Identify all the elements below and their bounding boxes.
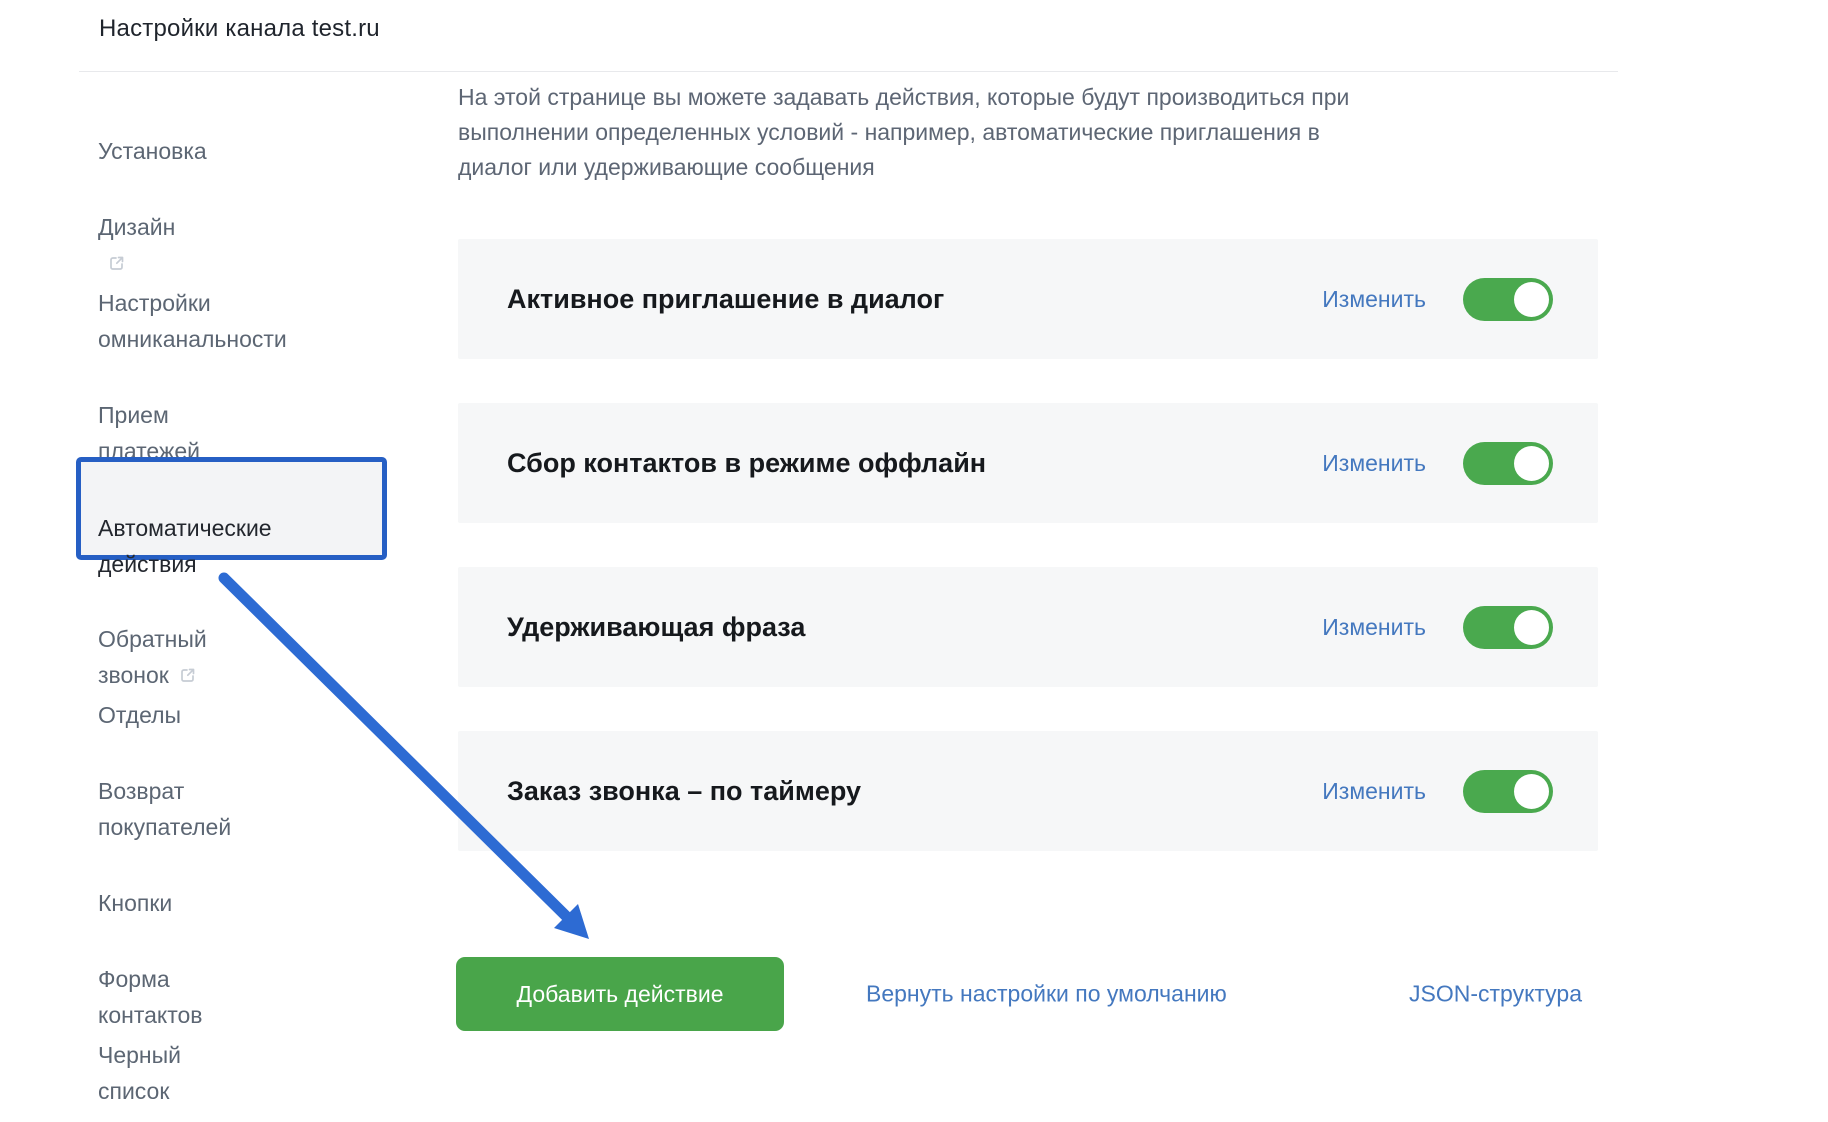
- header-divider: [79, 71, 1618, 72]
- toggle-switch[interactable]: [1463, 606, 1553, 649]
- action-row: Сбор контактов в режиме оффлайн Изменить: [458, 403, 1598, 523]
- page-title: Настройки канала test.ru: [99, 15, 380, 43]
- toggle-switch[interactable]: [1463, 770, 1553, 813]
- sidebar-item-label: Настройки омниканальности: [98, 290, 287, 352]
- sidebar-item-label: Кнопки: [98, 890, 172, 916]
- toggle-knob: [1514, 446, 1549, 481]
- reset-defaults-link[interactable]: Вернуть настройки по умолчанию: [866, 981, 1227, 1008]
- action-row-label: Заказ звонка – по таймеру: [507, 776, 1322, 807]
- channel-settings-page: Настройки канала test.ru Установка Дизай…: [0, 0, 1828, 1122]
- sidebar-item-buttons[interactable]: Кнопки: [98, 849, 172, 921]
- sidebar-item-label: Отделы: [98, 702, 181, 728]
- sidebar-item-customer-refunds[interactable]: Возврат покупателей: [98, 737, 231, 845]
- edit-link[interactable]: Изменить: [1322, 614, 1426, 641]
- sidebar-item-label: Регионы: [98, 1118, 188, 1122]
- sidebar-item-installation[interactable]: Установка: [98, 97, 207, 169]
- toggle-switch[interactable]: [1463, 442, 1553, 485]
- sidebar-item-label: Установка: [98, 138, 207, 164]
- edit-link[interactable]: Изменить: [1322, 778, 1426, 805]
- sidebar-item-automatic-actions[interactable]: Автоматические действия: [76, 457, 387, 560]
- action-row: Заказ звонка – по таймеру Изменить: [458, 731, 1598, 851]
- toggle-knob: [1514, 282, 1549, 317]
- sidebar-item-label: Дизайн: [98, 214, 175, 240]
- page-description: На этой странице вы можете задавать дейс…: [458, 80, 1638, 185]
- json-structure-link[interactable]: JSON-структура: [1409, 981, 1582, 1008]
- edit-link[interactable]: Изменить: [1322, 450, 1426, 477]
- action-row-label: Удерживающая фраза: [507, 612, 1322, 643]
- action-row: Удерживающая фраза Изменить: [458, 567, 1598, 687]
- action-row: Активное приглашение в диалог Изменить: [458, 239, 1598, 359]
- add-action-button[interactable]: Добавить действие: [456, 957, 784, 1031]
- toggle-knob: [1514, 610, 1549, 645]
- toggle-switch[interactable]: [1463, 278, 1553, 321]
- toggle-knob: [1514, 774, 1549, 809]
- sidebar-item-omnichannel-settings[interactable]: Настройки омниканальности: [98, 249, 287, 357]
- footer-actions: Добавить действие Вернуть настройки по у…: [456, 957, 1626, 1031]
- action-rows: Активное приглашение в диалог Изменить С…: [458, 239, 1598, 895]
- action-row-label: Сбор контактов в режиме оффлайн: [507, 448, 1322, 479]
- sidebar-item-label: Автоматические действия: [98, 515, 272, 577]
- sidebar-item-regions[interactable]: Регионы: [98, 1077, 188, 1122]
- action-row-label: Активное приглашение в диалог: [507, 284, 1322, 315]
- sidebar-item-departments[interactable]: Отделы: [98, 661, 181, 733]
- sidebar-item-label: Возврат покупателей: [98, 778, 231, 840]
- edit-link[interactable]: Изменить: [1322, 286, 1426, 313]
